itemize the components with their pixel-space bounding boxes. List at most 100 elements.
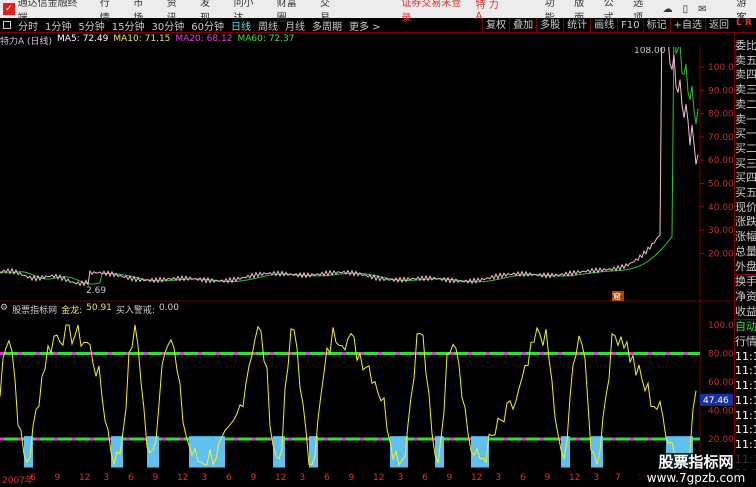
ma60-line xyxy=(0,47,699,285)
date-tick: 3 xyxy=(299,473,306,483)
period-30min[interactable]: 30分钟 xyxy=(151,18,184,33)
app-logo-icon: ✓ xyxy=(3,3,15,15)
quote-field: 自动 xyxy=(735,319,756,334)
date-tick: 12 xyxy=(275,473,287,483)
buy-zone-bar xyxy=(483,436,486,468)
indicator-axis-label: 80.00 xyxy=(708,350,733,360)
title-bar: ✓ 通达信金融终端 行情 市场 资讯 发现 问小达 财富圈 交易 证券交易未登录… xyxy=(0,0,756,24)
buy-zone-bar xyxy=(24,436,27,468)
watermark-line2: www.7gpzb.com xyxy=(646,471,746,485)
buy-zone-bar xyxy=(480,436,483,468)
ma60-value: MA60: 72.37 xyxy=(237,34,295,44)
buy-zone-bar xyxy=(204,436,207,468)
indicator-axis-label: 40.00 xyxy=(708,407,733,417)
indicator-header: ⚙ 股票指标网 金龙: 50.91 买入警戒: 0.00 xyxy=(0,303,183,316)
price-axis-label: 20.00 xyxy=(708,249,733,259)
period-tick[interactable]: 分时 xyxy=(18,18,38,33)
quote-field: 买一 xyxy=(735,127,756,141)
buy-zone-bar xyxy=(222,436,225,468)
quote-field: 卖五 xyxy=(735,53,756,67)
quote-field: 买三 xyxy=(735,156,756,170)
stats-button[interactable]: 统计 xyxy=(563,18,590,33)
cloud-icon[interactable]: ☁ xyxy=(663,4,673,15)
multi-stock-button[interactable]: 多股 xyxy=(536,18,563,33)
quote-field: 11:11 xyxy=(735,393,756,407)
quote-field: 外盘 xyxy=(735,259,756,273)
adjust-button[interactable]: 复权 xyxy=(482,18,509,33)
indicator-gear-icon[interactable]: ⚙ xyxy=(0,303,8,316)
price-axis-label: 70.00 xyxy=(708,133,733,143)
low-price-label: 2.69 xyxy=(86,286,106,296)
quote-field: 涨幅 xyxy=(735,230,756,244)
date-tick: 9 xyxy=(544,473,551,483)
indicator-name[interactable]: 股票指标网 xyxy=(12,303,57,316)
date-tick: 9 xyxy=(446,473,453,483)
jinlong-value: 50.91 xyxy=(86,303,112,313)
date-tick: 12 xyxy=(373,473,385,483)
date-tick: 6 xyxy=(30,473,36,483)
date-tick: 6 xyxy=(520,473,526,483)
quote-field: 卖二 xyxy=(735,97,756,111)
quote-field: 换手 xyxy=(735,274,756,289)
quote-field: 11:11 xyxy=(735,349,756,363)
quote-field: 买二 xyxy=(735,141,756,155)
high-price-label: 108.00 xyxy=(634,47,666,56)
quote-field: 11:11 xyxy=(735,408,756,422)
date-tick: 3 xyxy=(495,473,502,483)
date-axis: 2007年69123691236912369123691236912371014… xyxy=(0,472,733,487)
quote-field: 卖四 xyxy=(735,68,756,82)
price-axis-label: 50.00 xyxy=(708,180,733,190)
buy-zone-bar xyxy=(27,436,30,468)
period-monthly[interactable]: 月线 xyxy=(285,18,305,33)
buy-zone-bar xyxy=(156,436,159,468)
date-tick: 12 xyxy=(79,473,91,483)
buy-zone-bar xyxy=(441,436,444,468)
date-tick: 6 xyxy=(226,473,232,483)
buy-zone-bar xyxy=(276,436,279,468)
date-tick: 12 xyxy=(569,473,581,483)
message-icon[interactable]: ✉ xyxy=(698,4,706,15)
period-multi[interactable]: 多周期 xyxy=(312,18,342,33)
date-tick: 6 xyxy=(128,473,134,483)
panel-toggle-icon[interactable] xyxy=(3,21,11,29)
quote-field: 净资 xyxy=(735,289,756,303)
draw-button[interactable]: 画线 xyxy=(590,18,617,33)
period-1min[interactable]: 1分钟 xyxy=(45,18,71,33)
overlay-button[interactable]: 叠加 xyxy=(509,18,536,33)
corner-lr[interactable]: L R xyxy=(736,18,752,28)
quote-field: 现价 xyxy=(735,200,756,214)
quote-field: 11:11 xyxy=(735,364,756,378)
jinlong-label: 金龙: xyxy=(61,306,83,316)
period-weekly[interactable]: 周线 xyxy=(258,18,278,33)
ma10-value: MA10: 71.15 xyxy=(113,34,171,44)
date-tick: 6 xyxy=(324,473,330,483)
chart-area[interactable]: 100.0 90.00 80.00 70.00 60.00 50.00 40.00 30.00… xyxy=(0,47,733,470)
add-watchlist-button[interactable]: +自选 xyxy=(669,18,705,33)
quote-field: 卖一 xyxy=(735,112,756,126)
period-daily[interactable]: 日线 xyxy=(231,18,251,33)
price-axis-label: 30.00 xyxy=(708,226,733,236)
f10-button[interactable]: F10 xyxy=(617,18,642,33)
indicator-axis-label: 60.00 xyxy=(708,378,733,388)
quote-field: 卖三 xyxy=(735,83,756,97)
date-tick: 3 xyxy=(103,473,110,483)
price-line xyxy=(0,47,699,287)
price-axis-label: 60.00 xyxy=(708,156,733,166)
date-tick: 9 xyxy=(54,473,61,483)
back-button[interactable]: 返回 xyxy=(705,18,732,33)
ma5-value: MA5: 72.49 xyxy=(57,34,109,44)
quote-field: 收益 xyxy=(735,304,756,318)
quote-field: 委比 xyxy=(735,39,756,52)
indicator-axis-label: 100.0 xyxy=(708,321,733,331)
phone-icon[interactable]: ▯ xyxy=(683,4,689,15)
period-15min[interactable]: 15分钟 xyxy=(112,18,145,33)
mark-button[interactable]: 标记 xyxy=(642,18,670,33)
date-tick: 9 xyxy=(250,473,257,483)
period-more[interactable]: 更多 > xyxy=(349,18,381,33)
quote-field: 行情 xyxy=(735,335,756,349)
indicator-axis-label: 20.00 xyxy=(708,435,733,445)
period-60min[interactable]: 60分钟 xyxy=(191,18,224,33)
stock-name-period: 特力A (日线) xyxy=(0,37,53,47)
period-5min[interactable]: 5分钟 xyxy=(78,18,104,33)
date-tick: 3 xyxy=(593,473,600,483)
